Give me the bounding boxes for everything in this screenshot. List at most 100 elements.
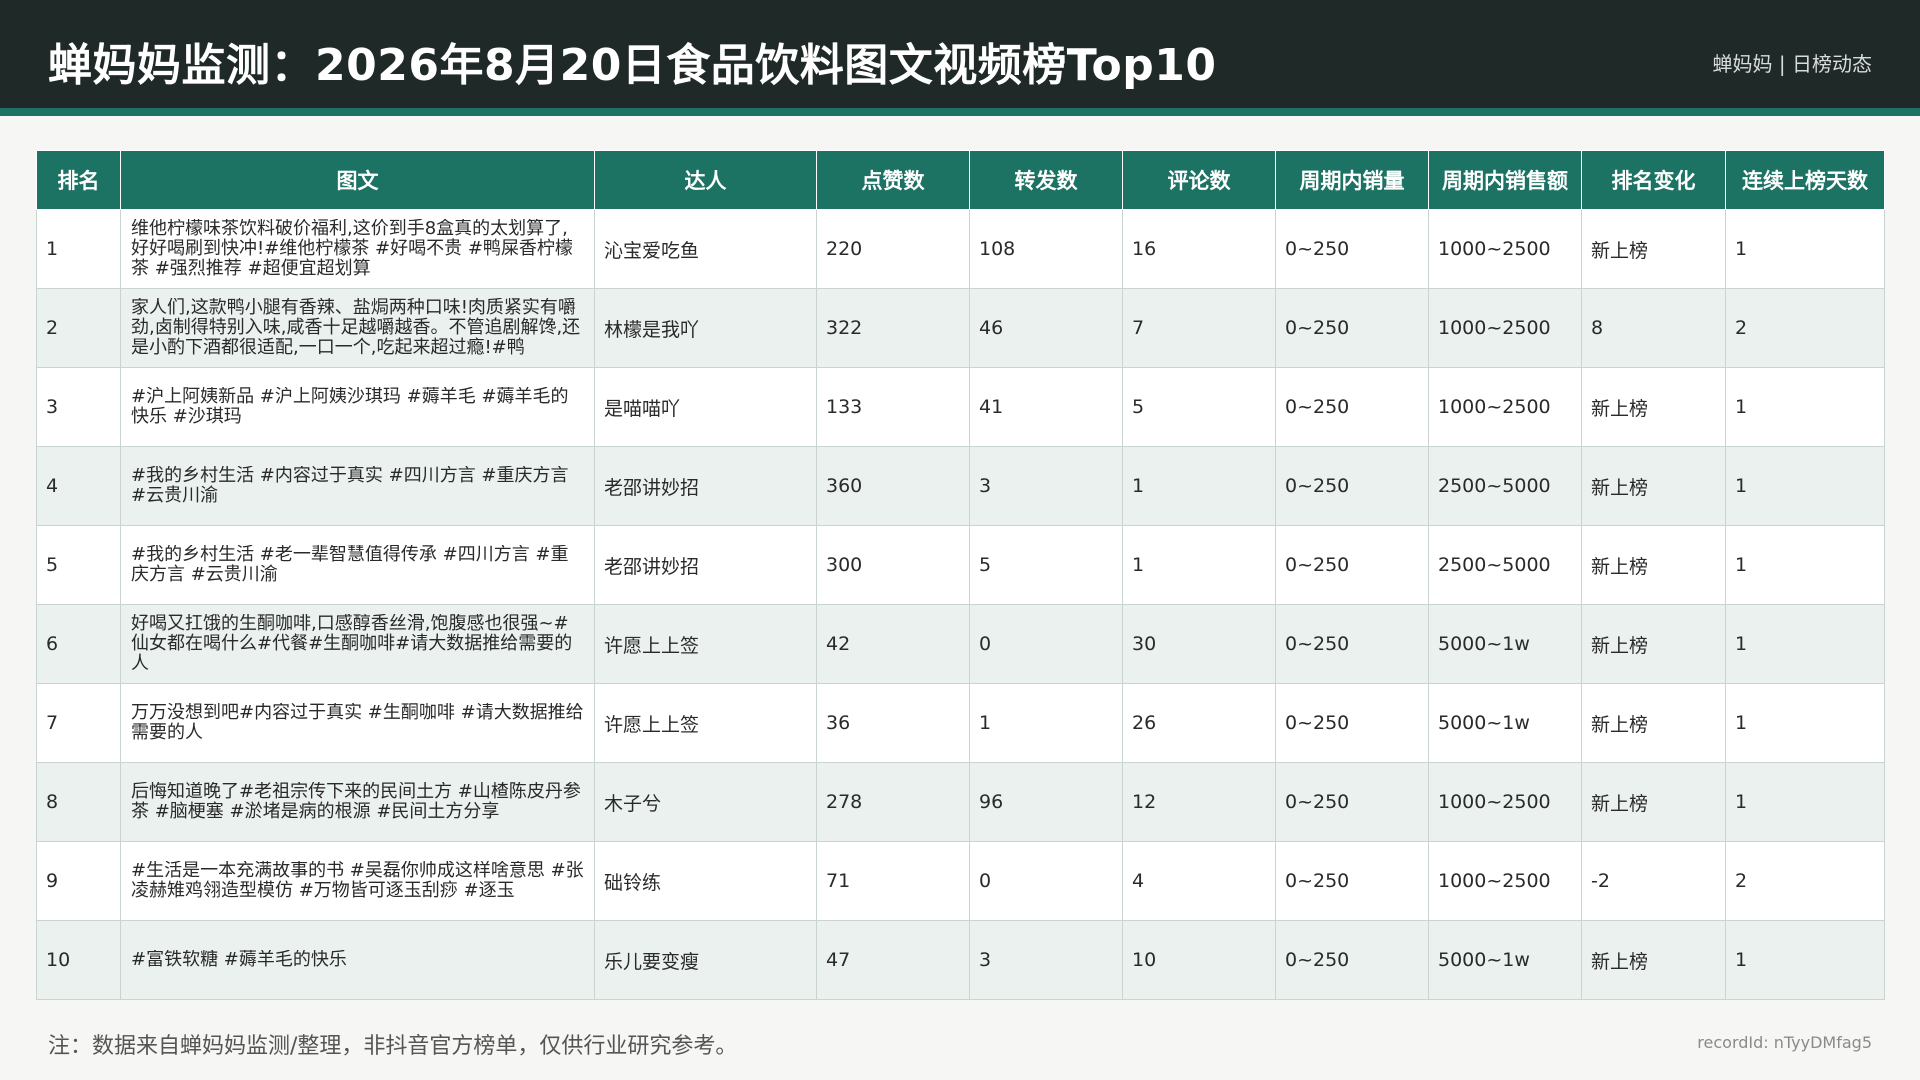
likes-cell: 278 — [816, 762, 970, 842]
sales-amount-cell: 5000~1w — [1428, 683, 1582, 763]
header-rank: 排名 — [36, 150, 121, 210]
rank-change-cell: 新上榜 — [1581, 209, 1726, 289]
rank-change-cell: -2 — [1581, 841, 1726, 921]
sales-amount-cell: 2500~5000 — [1428, 446, 1582, 526]
shares-cell: 0 — [969, 604, 1123, 684]
table-row: 5 #我的乡村生活 #老一辈智慧值得传承 #四川方言 #重庆方言 #云贵川渝 老邵讲… — [36, 525, 1885, 605]
header-shares: 转发数 — [969, 150, 1123, 210]
rank-cell: 9 — [36, 841, 121, 921]
comments-cell: 4 — [1122, 841, 1276, 921]
rank-change-cell: 新上榜 — [1581, 920, 1726, 1000]
rank-change-cell: 新上榜 — [1581, 683, 1726, 763]
header-days: 连续上榜天数 — [1725, 150, 1885, 210]
header-rank-change: 排名变化 — [1581, 150, 1726, 210]
sales-amount-cell: 1000~2500 — [1428, 209, 1582, 289]
sales-volume-cell: 0~250 — [1275, 525, 1429, 605]
rank-cell: 6 — [36, 604, 121, 684]
days-cell: 2 — [1725, 288, 1885, 368]
table-header-row: 排名 图文 达人 点赞数 转发数 评论数 周期内销量 周期内销售额 排名变化 连续上榜天数 — [36, 150, 1885, 210]
rank-cell: 4 — [36, 446, 121, 526]
rank-cell: 8 — [36, 762, 121, 842]
comments-cell: 26 — [1122, 683, 1276, 763]
shares-cell: 3 — [969, 446, 1123, 526]
comments-cell: 16 — [1122, 209, 1276, 289]
sales-volume-cell: 0~250 — [1275, 209, 1429, 289]
days-cell: 2 — [1725, 841, 1885, 921]
days-cell: 1 — [1725, 525, 1885, 605]
content-text: 家人们,这款鸭小腿有香辣、盐焗两种口味!肉质紧实有嚼劲,卤制得特别入味,咸香十足… — [131, 298, 581, 358]
rank-cell: 1 — [36, 209, 121, 289]
likes-cell: 360 — [816, 446, 970, 526]
sales-volume-cell: 0~250 — [1275, 367, 1429, 447]
days-cell: 1 — [1725, 604, 1885, 684]
rank-cell: 3 — [36, 367, 121, 447]
comments-cell: 1 — [1122, 525, 1276, 605]
sales-volume-cell: 0~250 — [1275, 288, 1429, 368]
likes-cell: 47 — [816, 920, 970, 1000]
influencer-cell: 老邵讲妙招 — [594, 525, 817, 605]
sales-volume-cell: 0~250 — [1275, 920, 1429, 1000]
comments-cell: 1 — [1122, 446, 1276, 526]
comments-cell: 7 — [1122, 288, 1276, 368]
content-cell: #沪上阿姨新品 #沪上阿姨沙琪玛 #薅羊毛 #薅羊毛的快乐 #沙琪玛 — [120, 367, 595, 447]
sales-volume-cell: 0~250 — [1275, 841, 1429, 921]
influencer-cell: 许愿上上签 — [594, 604, 817, 684]
likes-cell: 42 — [816, 604, 970, 684]
shares-cell: 5 — [969, 525, 1123, 605]
table-row: 10 #富铁软糖 #薅羊毛的快乐 乐儿要变瘦 47 3 10 0~250 5000~1w 新上榜… — [36, 920, 1885, 1000]
footer-note: 注：数据来自蝉妈妈监测/整理，非抖音官方榜单，仅供行业研究参考。 — [48, 1034, 738, 1059]
comments-cell: 10 — [1122, 920, 1276, 1000]
table-row: 3 #沪上阿姨新品 #沪上阿姨沙琪玛 #薅羊毛 #薅羊毛的快乐 #沙琪玛 是喵喵吖 1… — [36, 367, 1885, 447]
influencer-cell: 乐儿要变瘦 — [594, 920, 817, 1000]
rank-change-cell: 新上榜 — [1581, 604, 1726, 684]
likes-cell: 71 — [816, 841, 970, 921]
likes-cell: 133 — [816, 367, 970, 447]
days-cell: 1 — [1725, 762, 1885, 842]
content-cell: #我的乡村生活 #内容过于真实 #四川方言 #重庆方言 #云贵川渝 — [120, 446, 595, 526]
shares-cell: 108 — [969, 209, 1123, 289]
content-cell: #富铁软糖 #薅羊毛的快乐 — [120, 920, 595, 1000]
likes-cell: 322 — [816, 288, 970, 368]
content-cell: 维他柠檬味茶饮料破价福利,这价到手8盒真的太划算了,好好喝刷到快冲!#维他柠檬茶… — [120, 209, 595, 289]
sales-amount-cell: 1000~2500 — [1428, 367, 1582, 447]
header-sales-volume: 周期内销量 — [1275, 150, 1429, 210]
rank-cell: 7 — [36, 683, 121, 763]
influencer-cell: 木子兮 — [594, 762, 817, 842]
sales-amount-cell: 5000~1w — [1428, 604, 1582, 684]
influencer-cell: 是喵喵吖 — [594, 367, 817, 447]
days-cell: 1 — [1725, 367, 1885, 447]
content-text: #沪上阿姨新品 #沪上阿姨沙琪玛 #薅羊毛 #薅羊毛的快乐 #沙琪玛 — [131, 387, 569, 427]
rank-change-cell: 8 — [1581, 288, 1726, 368]
comments-cell: 30 — [1122, 604, 1276, 684]
sales-volume-cell: 0~250 — [1275, 683, 1429, 763]
sales-amount-cell: 5000~1w — [1428, 920, 1582, 1000]
header-likes: 点赞数 — [816, 150, 970, 210]
table-row: 6 好喝又扛饿的生酮咖啡,口感醇香丝滑,饱腹感也很强~#仙女都在喝什么#代餐#生酮… — [36, 604, 1885, 684]
influencer-cell: 沁宝爱吃鱼 — [594, 209, 817, 289]
shares-cell: 3 — [969, 920, 1123, 1000]
sales-amount-cell: 1000~2500 — [1428, 288, 1582, 368]
content-cell: 后悔知道晚了#老祖宗传下来的民间土方 #山楂陈皮丹参茶 #脑梗塞 #淤堵是病的根… — [120, 762, 595, 842]
header-influencer: 达人 — [594, 150, 817, 210]
content-text: #生活是一本充满故事的书 #吴磊你帅成这样啥意思 #张凌赫雉鸡翎造型模仿 #万物… — [131, 861, 584, 901]
sales-volume-cell: 0~250 — [1275, 446, 1429, 526]
page-title: 蝉妈妈监测：2026年8月20日食品饮料图文视频榜Top10 — [48, 40, 1217, 91]
shares-cell: 96 — [969, 762, 1123, 842]
table-row: 9 #生活是一本充满故事的书 #吴磊你帅成这样啥意思 #张凌赫雉鸡翎造型模仿 #万… — [36, 841, 1885, 921]
table-row: 4 #我的乡村生活 #内容过于真实 #四川方言 #重庆方言 #云贵川渝 老邵讲妙招 3… — [36, 446, 1885, 526]
influencer-cell: 老邵讲妙招 — [594, 446, 817, 526]
rank-cell: 2 — [36, 288, 121, 368]
rank-change-cell: 新上榜 — [1581, 367, 1726, 447]
sales-amount-cell: 1000~2500 — [1428, 841, 1582, 921]
sales-amount-cell: 1000~2500 — [1428, 762, 1582, 842]
sales-volume-cell: 0~250 — [1275, 762, 1429, 842]
likes-cell: 300 — [816, 525, 970, 605]
days-cell: 1 — [1725, 209, 1885, 289]
record-id: recordId: nTyyDMfag5 — [1697, 1033, 1872, 1052]
sales-volume-cell: 0~250 — [1275, 604, 1429, 684]
table-row: 1 维他柠檬味茶饮料破价福利,这价到手8盒真的太划算了,好好喝刷到快冲!#维他柠檬… — [36, 209, 1885, 289]
content-text: 万万没想到吧#内容过于真实 #生酮咖啡 #请大数据推给需要的人 — [131, 703, 584, 743]
likes-cell: 220 — [816, 209, 970, 289]
content-cell: 万万没想到吧#内容过于真实 #生酮咖啡 #请大数据推给需要的人 — [120, 683, 595, 763]
content-cell: 家人们,这款鸭小腿有香辣、盐焗两种口味!肉质紧实有嚼劲,卤制得特别入味,咸香十足… — [120, 288, 595, 368]
